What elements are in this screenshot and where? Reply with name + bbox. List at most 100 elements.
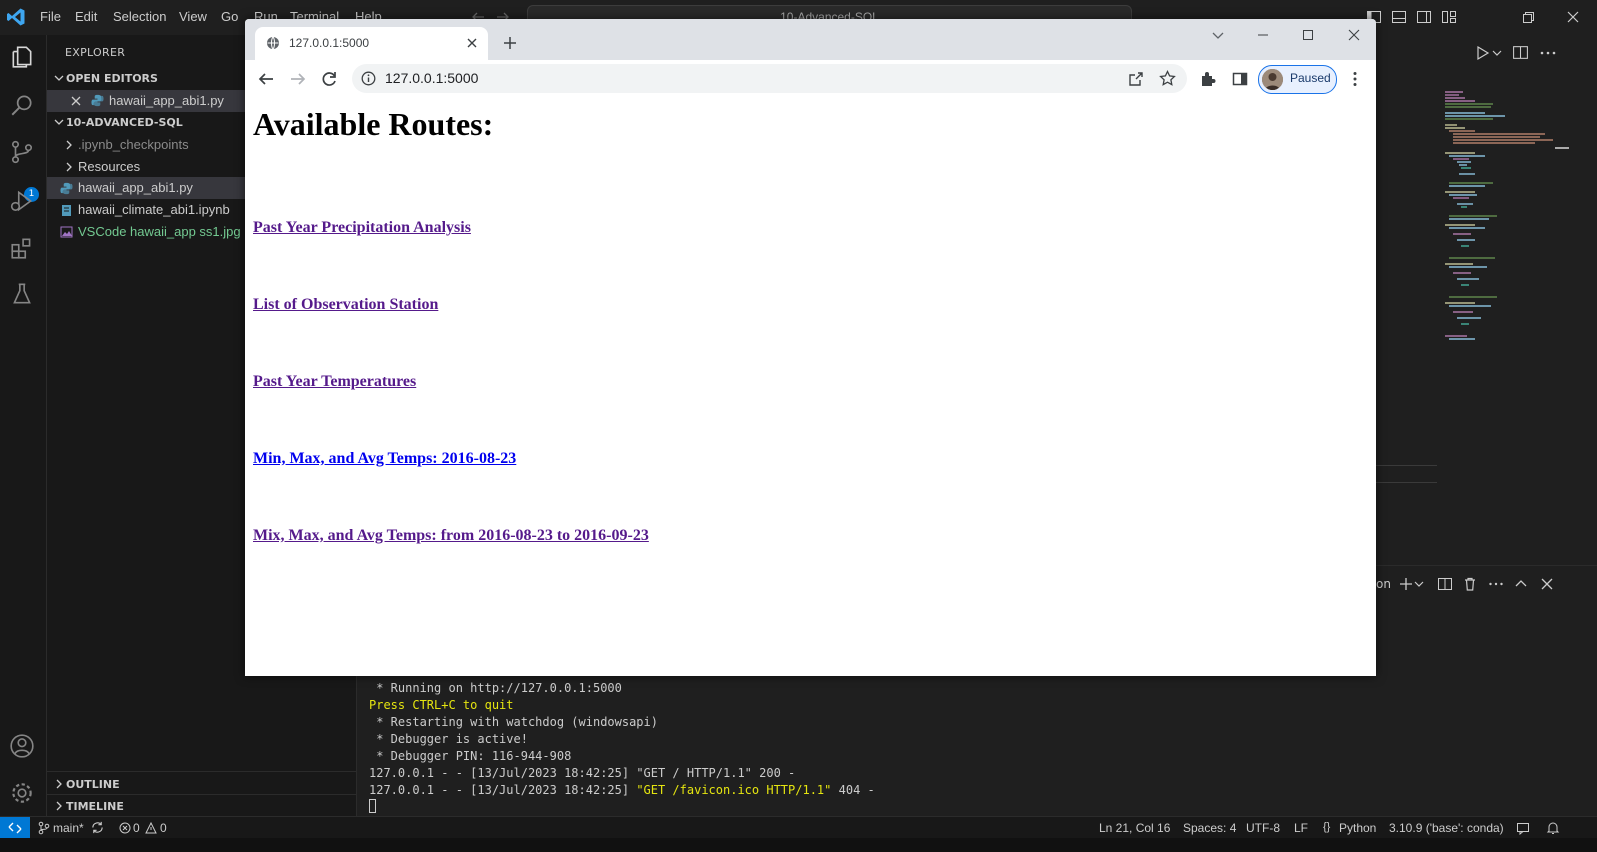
minimize-icon[interactable] [1255, 27, 1271, 43]
forward-arrow-icon[interactable] [289, 70, 307, 88]
encoding[interactable]: UTF-8 [1246, 821, 1280, 835]
menu-go[interactable]: Go [221, 9, 238, 24]
profile-status: Paused [1290, 71, 1331, 85]
browser-tab-strip: 127.0.0.1:5000 [245, 19, 1376, 60]
remote-icon [8, 822, 22, 834]
chevron-down-icon [54, 119, 64, 125]
extensions-puzzle-icon[interactable] [1199, 70, 1217, 88]
side-panel-icon[interactable] [1231, 70, 1249, 88]
menu-selection[interactable]: Selection [113, 9, 166, 24]
split-terminal-icon[interactable] [1437, 576, 1453, 592]
tree-item-label: Resources [78, 159, 141, 174]
language-mode[interactable]: Python [1339, 821, 1376, 835]
accounts-icon[interactable] [9, 733, 35, 759]
menu-view[interactable]: View [179, 9, 207, 24]
split-editor-icon[interactable] [1512, 44, 1529, 61]
route-link-stations[interactable]: List of Observation Station [253, 296, 438, 314]
activity-bar: 1 [0, 35, 47, 835]
maximize-icon[interactable] [1300, 27, 1316, 43]
explorer-files-icon[interactable] [9, 44, 35, 70]
end-of-line[interactable]: LF [1294, 821, 1308, 835]
warning-icon [145, 822, 157, 834]
back-arrow-icon[interactable] [257, 70, 275, 88]
divider [47, 794, 356, 795]
warning-count[interactable]: 0 [160, 821, 167, 835]
share-icon[interactable] [1128, 71, 1144, 87]
log-prefix: 127.0.0.1 - - [13/Jul/2023 18:42:25] [369, 766, 637, 780]
chevron-down-icon[interactable] [1414, 576, 1424, 592]
close-window-icon[interactable] [1565, 9, 1581, 25]
globe-icon [267, 36, 279, 50]
profile-button[interactable]: Paused [1258, 65, 1337, 94]
address-bar[interactable]: 127.0.0.1:5000 [352, 64, 1187, 93]
chevron-down-icon[interactable] [1492, 48, 1502, 58]
open-editors-label: OPEN EDITORS [66, 72, 158, 85]
site-info-icon[interactable] [361, 71, 376, 86]
close-panel-icon[interactable] [1539, 576, 1555, 592]
customize-layout-icon[interactable] [1441, 9, 1457, 25]
python-interpreter[interactable]: 3.10.9 ('base': conda) [1389, 821, 1504, 835]
log-prefix: 127.0.0.1 - - [13/Jul/2023 18:42:25] [369, 783, 637, 797]
feedback-icon[interactable] [1516, 821, 1530, 835]
search-icon[interactable] [9, 92, 35, 118]
taskbar-edge [0, 838, 1597, 852]
terminal-line: * Restarting with watchdog (windowsapi) [369, 715, 658, 729]
restore-window-icon[interactable] [1520, 9, 1536, 25]
toggle-panel-icon[interactable] [1391, 9, 1407, 25]
tree-item-label: VSCode hawaii_app ss1.jpg [78, 224, 241, 239]
maximize-panel-icon[interactable] [1513, 576, 1529, 592]
error-icon [119, 822, 131, 834]
minimap[interactable] [1445, 88, 1555, 353]
timeline-label: TIMELINE [66, 800, 124, 813]
tab-search-chevron-icon[interactable] [1210, 27, 1226, 43]
source-control-icon[interactable] [9, 139, 35, 165]
manage-gear-icon[interactable] [9, 780, 35, 806]
route-link-start-date-temps[interactable]: Min, Max, and Avg Temps: 2016-08-23 [253, 450, 516, 468]
terminal-line: * Debugger is active! [369, 732, 528, 746]
chevron-right-icon [56, 779, 62, 789]
toggle-secondary-sidebar-icon[interactable] [1416, 9, 1432, 25]
bookmark-star-icon[interactable] [1159, 70, 1176, 87]
terminal[interactable]: * Running on http://127.0.0.1:5000 Press… [357, 672, 1597, 816]
git-branch-status[interactable]: main* [53, 821, 84, 835]
trash-icon[interactable] [1462, 576, 1478, 592]
vscode-logo-icon [7, 8, 25, 26]
terminal-log-line: 127.0.0.1 - - [13/Jul/2023 18:42:25] "GE… [369, 766, 795, 780]
python-file-icon [91, 94, 104, 107]
notebook-file-icon [62, 205, 71, 216]
reload-icon[interactable] [320, 70, 338, 88]
extensions-icon[interactable] [9, 235, 35, 261]
outline-header[interactable]: OUTLINE [47, 774, 356, 796]
browser-menu-icon[interactable] [1346, 70, 1364, 88]
terminal-log-line: 127.0.0.1 - - [13/Jul/2023 18:42:25] "GE… [369, 783, 875, 797]
menu-file[interactable]: File [40, 9, 61, 24]
url-text[interactable]: 127.0.0.1:5000 [385, 70, 478, 86]
sync-icon[interactable] [91, 821, 104, 834]
run-python-file-icon[interactable] [1474, 45, 1490, 61]
more-actions-icon[interactable] [1488, 576, 1504, 592]
route-link-date-range-temps[interactable]: Mix, Max, and Avg Temps: from 2016-08-23… [253, 527, 649, 545]
cursor-position[interactable]: Ln 21, Col 16 [1099, 821, 1170, 835]
indentation[interactable]: Spaces: 4 [1183, 821, 1236, 835]
route-link-temperatures[interactable]: Past Year Temperatures [253, 373, 416, 391]
error-count[interactable]: 0 [133, 821, 140, 835]
close-tab-icon[interactable] [466, 37, 478, 49]
close-editor-icon[interactable] [71, 96, 81, 106]
timeline-header[interactable]: TIMELINE [47, 796, 356, 818]
close-browser-icon[interactable] [1346, 27, 1362, 43]
log-suffix: 404 - [831, 783, 875, 797]
run-debug-icon[interactable] [9, 188, 35, 214]
browser-tab[interactable]: 127.0.0.1:5000 [255, 27, 488, 60]
testing-flask-icon[interactable] [9, 281, 35, 307]
more-actions-icon[interactable] [1540, 50, 1556, 56]
remote-button[interactable] [0, 817, 30, 839]
braces-icon: {} [1323, 821, 1331, 833]
new-terminal-plus-icon[interactable] [1398, 576, 1414, 592]
menu-edit[interactable]: Edit [75, 9, 97, 24]
panel-tab-fragment[interactable]: on [1376, 577, 1391, 591]
open-editor-filename: hawaii_app_abi1.py [109, 93, 224, 108]
route-link-precipitation[interactable]: Past Year Precipitation Analysis [253, 219, 471, 237]
notifications-bell-icon[interactable] [1546, 821, 1560, 835]
tree-item-label: hawaii_app_abi1.py [78, 180, 193, 195]
new-tab-plus-icon[interactable] [503, 36, 517, 50]
